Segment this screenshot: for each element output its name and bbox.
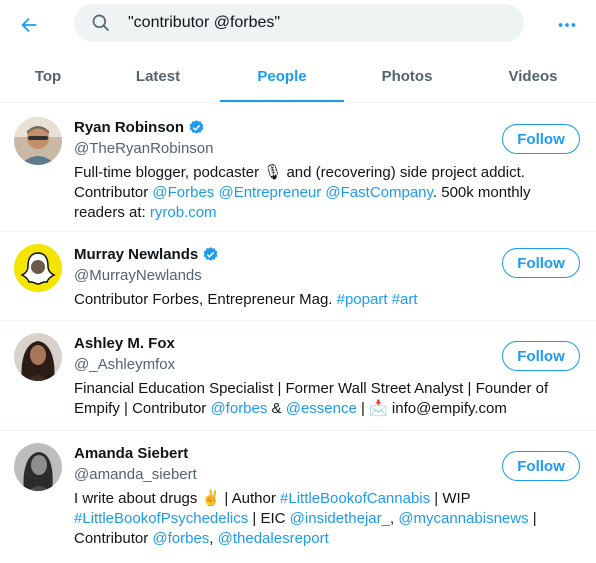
user-bio: Contributor Forbes, Entrepreneur Mag. #p… (74, 290, 580, 310)
user-result[interactable]: Follow Amanda Siebert @amanda_siebert I … (0, 431, 596, 561)
user-bio: Financial Education Specialist | Former … (74, 379, 580, 419)
tab-label: Latest (135, 67, 181, 85)
bio-text: | EIC (248, 510, 290, 527)
mention-link[interactable]: @mycannabisnews (398, 510, 528, 527)
follow-button[interactable]: Follow (502, 341, 580, 371)
mention-link[interactable]: @forbes (210, 400, 267, 417)
follow-button[interactable]: Follow (502, 451, 580, 481)
follow-button[interactable]: Follow (502, 124, 580, 154)
bio-text: Contributor Forbes, Entrepreneur Mag. (74, 291, 337, 308)
follow-button[interactable]: Follow (502, 248, 580, 278)
avatar[interactable] (14, 117, 62, 165)
url-link[interactable]: ryrob.com (150, 204, 217, 221)
verified-badge-icon (188, 119, 205, 136)
bio-text: I write about drugs ✌ | Author (74, 490, 281, 507)
more-dots-icon (558, 23, 576, 27)
search-tabs: Top Latest People Photos Videos (0, 50, 596, 103)
top-bar (0, 0, 596, 50)
hashtag-link[interactable]: #LittleBookofPsychedelics (74, 510, 248, 527)
back-button[interactable] (14, 10, 44, 40)
follow-label: Follow (517, 347, 565, 365)
search-box[interactable] (74, 4, 524, 42)
bio-text: | WIP (430, 490, 471, 507)
tab-people[interactable]: People (220, 50, 344, 102)
mention-link[interactable]: @Forbes (152, 184, 214, 201)
display-name[interactable]: Ashley M. Fox (74, 335, 175, 352)
mention-link[interactable]: @thedalesreport (218, 530, 329, 547)
mention-link[interactable]: @insidethejar_ (290, 510, 390, 527)
search-input[interactable] (126, 13, 490, 33)
active-tab-indicator (220, 100, 344, 102)
follow-label: Follow (517, 457, 565, 475)
tab-label: Top (34, 67, 62, 85)
avatar[interactable] (14, 333, 62, 381)
hashtag-link[interactable]: #LittleBookofCannabis (280, 490, 430, 507)
hashtag-link[interactable]: #popart (337, 291, 388, 308)
search-icon (90, 12, 112, 34)
display-name[interactable]: Ryan Robinson (74, 119, 184, 136)
display-name[interactable]: Amanda Siebert (74, 445, 188, 462)
bio-text: & (267, 400, 286, 417)
follow-label: Follow (517, 130, 565, 148)
bio-text: , (209, 530, 218, 547)
user-bio: Full-time blogger, podcaster 🎙 and (reco… (74, 163, 580, 223)
user-result[interactable]: Follow Murray Newlands @MurrayNewlands C… (0, 232, 596, 321)
more-options-button[interactable] (552, 10, 582, 40)
tab-photos[interactable]: Photos (344, 50, 470, 102)
mention-link[interactable]: @Entrepreneur (218, 184, 321, 201)
back-arrow-icon (21, 17, 37, 33)
tab-label: People (257, 67, 307, 85)
tab-top[interactable]: Top (0, 50, 96, 102)
tab-videos[interactable]: Videos (470, 50, 596, 102)
mention-link[interactable]: @FastCompany (325, 184, 432, 201)
user-bio: I write about drugs ✌ | Author #LittleBo… (74, 489, 580, 549)
hashtag-link[interactable]: #art (392, 291, 418, 308)
follow-label: Follow (517, 254, 565, 272)
avatar[interactable] (14, 244, 62, 292)
tab-label: Videos (508, 67, 558, 85)
tab-latest[interactable]: Latest (96, 50, 220, 102)
mention-link[interactable]: @forbes (152, 530, 209, 547)
display-name[interactable]: Murray Newlands (74, 246, 198, 263)
tab-label: Photos (381, 67, 433, 85)
mention-link[interactable]: @essence (286, 400, 357, 417)
bio-text: | 📩 info@empify.com (356, 400, 507, 417)
user-result[interactable]: Follow Ashley M. Fox @_Ashleymfox Financ… (0, 321, 596, 431)
avatar[interactable] (14, 443, 62, 491)
user-result[interactable]: Follow Ryan Robinson @TheRyanRobinson Fu… (0, 103, 596, 232)
verified-badge-icon (202, 246, 219, 263)
